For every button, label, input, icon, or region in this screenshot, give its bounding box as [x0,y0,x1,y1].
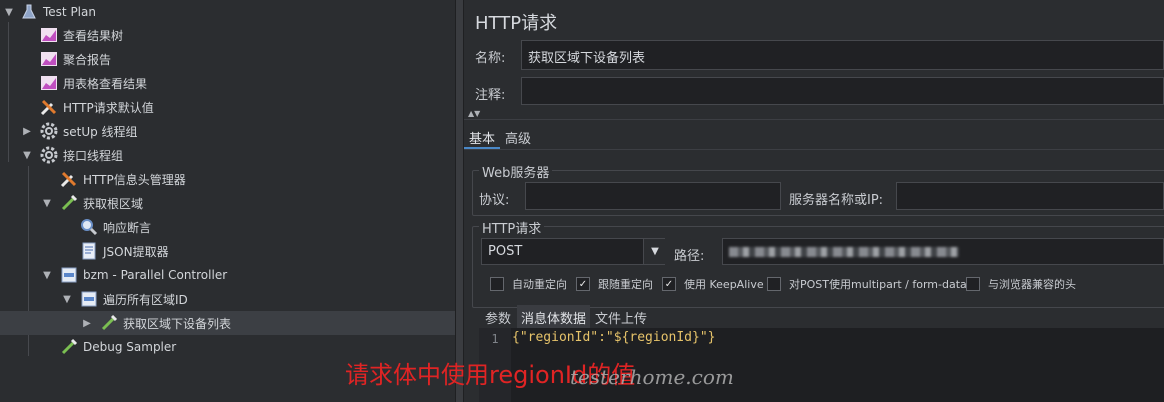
gear-icon [40,122,58,140]
checkbox-box[interactable] [490,277,504,291]
gear-icon [40,146,58,164]
checkbox-label: 与浏览器兼容的头 [988,278,1076,291]
checkbox-label: 使用 KeepAlive [684,278,764,291]
body-code[interactable]: {"regionId":"${regionId}"} [512,330,716,345]
check-icon[interactable]: ✓ [662,277,676,291]
checkbox-label: 跟随重定向 [598,278,653,291]
tree-item-label: Debug Sampler [83,340,177,354]
graph-icon [40,50,58,68]
chevron-down-icon[interactable]: ▼ [40,270,54,281]
comment-field[interactable] [521,77,1164,105]
pipette-icon [60,338,78,356]
tree-item-label: HTTP信息头管理器 [83,172,186,187]
chevron-right-icon[interactable]: ▶ [80,318,94,329]
protocol-field[interactable] [525,182,781,210]
server-field[interactable] [896,182,1164,210]
tree-item-view-results-tree[interactable]: 查看结果树 [0,23,455,47]
tree-item-label: 聚合报告 [63,52,112,67]
tree-item-label: 接口线程组 [63,148,124,163]
panel-title: HTTP请求 [475,13,558,34]
tree-item-setup-thread-group[interactable]: ▶ setUp 线程组 [0,119,455,143]
blurred-path [729,247,959,257]
wrench-icon [60,170,78,188]
wrench-icon [40,98,58,116]
tree-item-label: setUp 线程组 [63,124,138,139]
tree-item-label: bzm - Parallel Controller [83,268,228,282]
name-label: 名称: [475,51,506,66]
tree-item-label: 获取区域下设备列表 [123,316,232,331]
tree-item-label: 用表格查看结果 [63,76,148,91]
tree-item-label: 响应断言 [103,220,152,235]
magnifier-icon [80,218,98,236]
keepalive-checkbox[interactable]: ✓ 使用 KeepAlive [662,276,764,292]
path-label: 路径: [674,249,705,264]
comment-label: 注释: [475,88,506,103]
graph-icon [40,74,58,92]
tree-item-response-assertion[interactable]: 响应断言 [0,215,455,239]
multipart-checkbox[interactable]: 对POST使用multipart / form-data [767,276,967,292]
test-plan-tree: ▼ Test Plan 查看结果树 聚合报告 用表格查看结果 HTTP请求默认值 [0,0,455,402]
check-icon[interactable]: ✓ [576,277,590,291]
tree-item-api-thread-group[interactable]: ▼ 接口线程组 [0,143,455,167]
pipette-icon [100,314,118,332]
tree-item-label: HTTP请求默认值 [63,100,154,115]
controller-icon [60,266,78,284]
path-field[interactable] [722,238,1164,265]
tree-item-json-extractor[interactable]: JSON提取器 [0,239,455,263]
checkbox-label: 对POST使用multipart / form-data [789,278,967,291]
tree-item-table-results[interactable]: 用表格查看结果 [0,71,455,95]
extractor-icon [80,242,98,260]
checkbox-box[interactable] [966,277,980,291]
tree-item-foreach-region[interactable]: ▼ 遍历所有区域ID [0,287,455,311]
panel-splitter[interactable] [455,0,464,402]
chevron-down-icon[interactable]: ▼ [643,239,666,264]
config-tabs: 基本 高级 [464,125,536,149]
tree-item-label: JSON提取器 [103,244,169,259]
name-field[interactable]: 获取区域下设备列表 [521,40,1164,70]
checkbox-label: 自动重定向 [512,278,567,291]
tree-item-get-root-region[interactable]: ▼ 获取根区域 [0,191,455,215]
method-select[interactable]: POST [481,238,665,265]
chevron-down-icon[interactable]: ▼ [20,150,34,161]
pipette-icon [60,194,78,212]
tree-item-label: Test Plan [43,5,96,19]
tree-item-get-region-devices[interactable]: ▶ 获取区域下设备列表 [0,311,455,335]
auto-redirect-checkbox[interactable]: 自动重定向 [490,276,567,292]
http-request-group-label: HTTP请求 [479,218,545,237]
browser-headers-checkbox[interactable]: 与浏览器兼容的头 [966,276,1076,292]
server-label: 服务器名称或IP: [789,193,884,208]
checkbox-box[interactable] [767,277,781,291]
follow-redirect-checkbox[interactable]: ✓ 跟随重定向 [576,276,653,292]
chevron-down-icon[interactable]: ▼ [60,294,74,305]
graph-icon [40,26,58,44]
watermark: testerhome.com [570,365,734,389]
web-server-group-label: Web服务器 [479,162,553,181]
chevron-down-icon[interactable]: ▼ [40,198,54,209]
divider [464,119,1164,120]
tree-item-header-manager[interactable]: HTTP信息头管理器 [0,167,455,191]
flask-icon [20,3,38,21]
chevron-right-icon[interactable]: ▶ [20,126,34,137]
collapse-arrows-icon[interactable]: ▲▼ [468,109,480,118]
http-request-panel: HTTP请求 名称: 获取区域下设备列表 注释: ▲▼ 基本 高级 Web服务器… [464,0,1164,402]
tab-basic[interactable]: 基本 [464,125,501,149]
chevron-down-icon[interactable]: ▼ [2,7,16,18]
protocol-label: 协议: [479,193,510,208]
tab-advanced[interactable]: 高级 [500,125,536,149]
controller-icon [80,290,98,308]
tree-item-label: 获取根区域 [83,196,144,211]
tree-item-test-plan[interactable]: ▼ Test Plan [0,0,455,24]
tree-item-parallel-controller[interactable]: ▼ bzm - Parallel Controller [0,263,455,287]
tree-item-label: 遍历所有区域ID [103,292,188,307]
tree-item-aggregate-report[interactable]: 聚合报告 [0,47,455,71]
tree-item-http-defaults[interactable]: HTTP请求默认值 [0,95,455,119]
tree-item-label: 查看结果树 [63,28,124,43]
divider [464,149,1164,150]
